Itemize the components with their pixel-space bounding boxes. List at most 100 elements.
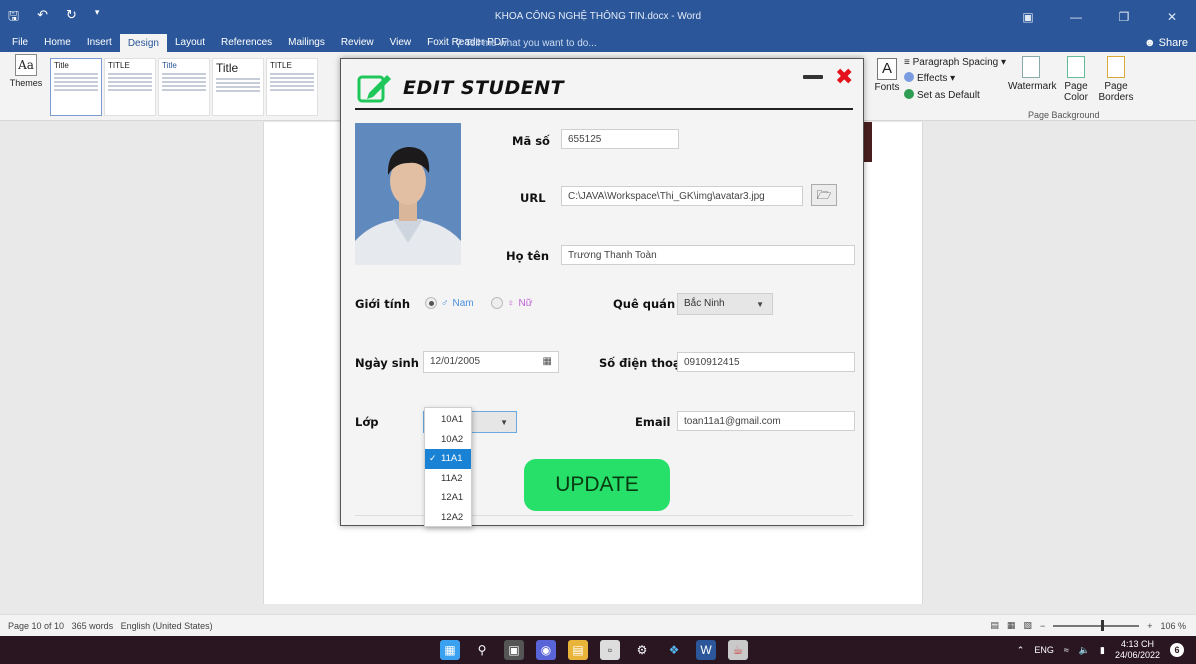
tab-review[interactable]: Review [333, 37, 382, 52]
style-thumb-title: Title [54, 61, 69, 70]
lop-option[interactable]: 12A2 [425, 508, 471, 528]
tab-file[interactable]: File [4, 37, 36, 52]
task-view-icon[interactable]: ▣ [504, 640, 524, 660]
zoom-out-button[interactable]: − [1040, 621, 1045, 631]
read-mode-icon[interactable]: ▤ [990, 620, 999, 631]
ma-so-input[interactable]: 655125 [561, 129, 679, 149]
female-symbol-icon: ♀ [507, 297, 515, 309]
ngay-sinh-value: 12/01/2005 [430, 356, 481, 367]
student-photo [355, 123, 461, 265]
share-label: Share [1158, 37, 1188, 49]
lop-option[interactable]: 12A1 [425, 488, 471, 508]
style-thumb-4[interactable]: Title [212, 58, 264, 116]
print-layout-icon[interactable]: ▦ [1007, 620, 1016, 631]
zoom-thumb[interactable] [1101, 619, 1105, 631]
paragraph-spacing-button[interactable]: ≡ Paragraph Spacing ▾ [904, 57, 1006, 68]
page-background-group-label: Page Background [1028, 110, 1100, 120]
wifi-icon[interactable]: ≈ [1064, 645, 1069, 655]
tab-view[interactable]: View [382, 37, 420, 52]
page-count[interactable]: Page 10 of 10 [8, 621, 64, 631]
page-borders-button[interactable]: Page Borders [1096, 56, 1136, 103]
radio-selected[interactable] [425, 297, 437, 309]
fonts-button[interactable]: A Fonts [874, 58, 900, 93]
share-button[interactable]: ☻ Share [1144, 37, 1188, 49]
lop-option[interactable]: 11A2 [425, 469, 471, 489]
page-color-icon [1067, 56, 1085, 78]
web-layout-icon[interactable]: ▧ [1023, 620, 1032, 631]
ho-ten-input[interactable]: Trương Thanh Toàn [561, 245, 855, 265]
lop-option-label: 11A1 [441, 453, 463, 464]
email-input[interactable]: toan11a1@gmail.com [677, 411, 855, 431]
ribbon-display-icon[interactable]: ▣ [1004, 0, 1052, 34]
style-thumb-title: Title [216, 61, 239, 75]
tab-layout[interactable]: Layout [167, 37, 213, 52]
language-indicator[interactable]: English (United States) [121, 621, 213, 631]
chevron-up-icon[interactable]: ⌃ [1017, 645, 1025, 656]
style-thumb-2[interactable]: TITLE [104, 58, 156, 116]
search-icon[interactable]: ⚲ [472, 640, 492, 660]
edit-student-dialog: EDIT STUDENT ✖ Mã số 655125 URL C:\JAVA\… [340, 58, 864, 526]
style-thumb-5[interactable]: TITLE [266, 58, 318, 116]
close-dialog-button[interactable]: ✖ [835, 64, 853, 90]
file-explorer-icon[interactable]: ▤ [568, 640, 588, 660]
calendar-icon[interactable]: ▦ [543, 356, 552, 367]
url-input[interactable]: C:\JAVA\Workspace\Thi_GK\img\avatar3.jpg [561, 186, 803, 206]
start-icon[interactable]: ▦ [440, 640, 460, 660]
checkmark-icon: ✓ [429, 453, 437, 463]
notification-badge[interactable]: 6 [1170, 643, 1184, 657]
themes-label: Themes [9, 78, 43, 88]
settings-icon[interactable]: ⚙ [632, 640, 652, 660]
watermark-button[interactable]: Watermark [1008, 56, 1057, 92]
window-controls: ▣ — ❐ ✕ [1004, 0, 1196, 34]
tab-mailings[interactable]: Mailings [280, 37, 333, 52]
gender-male-radio[interactable]: ♂ Nam [425, 297, 474, 309]
url-label: URL [520, 191, 546, 205]
notepad-icon[interactable]: ▫ [600, 640, 620, 660]
lop-option[interactable]: 10A1 [425, 410, 471, 430]
check-circle-icon [904, 89, 914, 99]
style-thumb-3[interactable]: Title [158, 58, 210, 116]
folder-open-icon: 🗁 [816, 188, 832, 202]
gender-female-radio[interactable]: ♀ Nữ [491, 297, 532, 309]
restore-window-button[interactable]: ❐ [1100, 0, 1148, 34]
word-count[interactable]: 365 words [72, 621, 114, 631]
themes-button[interactable]: Aa Themes [8, 54, 44, 88]
ngay-sinh-datepicker[interactable]: 12/01/2005 ▦ [423, 351, 559, 373]
page-color-button[interactable]: Page Color [1056, 56, 1096, 103]
lop-option-selected[interactable]: ✓ 11A1 [425, 449, 471, 469]
radio-unselected[interactable] [491, 297, 503, 309]
gender-male-label: Nam [452, 297, 474, 309]
tab-design[interactable]: Design [119, 34, 167, 52]
word-app-icon[interactable]: W [696, 640, 716, 660]
browse-folder-button[interactable]: 🗁 [811, 184, 837, 206]
java-app-icon[interactable]: ☕ [728, 640, 748, 660]
chat-icon[interactable]: ◉ [536, 640, 556, 660]
so-dien-thoai-label: Số điện thoại [599, 356, 685, 370]
vscode-icon[interactable]: ❖ [664, 640, 684, 660]
update-button[interactable]: UPDATE [524, 459, 670, 511]
tab-insert[interactable]: Insert [79, 37, 120, 52]
set-as-default-button[interactable]: Set as Default [904, 89, 980, 101]
close-window-button[interactable]: ✕ [1148, 0, 1196, 34]
battery-icon[interactable]: ▮ [1100, 645, 1105, 656]
clock[interactable]: 4:13 CH 24/06/2022 [1115, 639, 1160, 661]
effects-button[interactable]: Effects ▾ [904, 72, 955, 84]
themes-icon: Aa [15, 54, 37, 76]
style-thumb-1[interactable]: Title [50, 58, 102, 116]
tell-me-search[interactable]: ⚲ Tell me what you want to do... [455, 38, 597, 49]
chevron-down-icon: ▼ [756, 300, 764, 309]
input-language[interactable]: ENG [1034, 645, 1054, 655]
so-dien-thoai-input[interactable]: 0910912415 [677, 352, 855, 372]
que-quan-select[interactable]: Bắc Ninh ▼ [677, 293, 773, 315]
lop-option-label: 10A1 [441, 414, 464, 425]
windows-taskbar: ▦ ⚲ ▣ ◉ ▤ ▫ ⚙ ❖ W ☕ ⌃ ENG ≈ 🔈 ▮ 4:13 CH … [0, 636, 1196, 664]
zoom-in-button[interactable]: + [1147, 621, 1152, 631]
tab-references[interactable]: References [213, 37, 280, 52]
tab-home[interactable]: Home [36, 37, 79, 52]
zoom-slider[interactable] [1053, 619, 1140, 631]
minimize-dialog-button[interactable] [803, 75, 823, 79]
minimize-window-button[interactable]: — [1052, 0, 1100, 34]
zoom-level[interactable]: 106 % [1160, 621, 1186, 631]
lop-option[interactable]: 10A2 [425, 430, 471, 450]
volume-icon[interactable]: 🔈 [1079, 645, 1090, 656]
